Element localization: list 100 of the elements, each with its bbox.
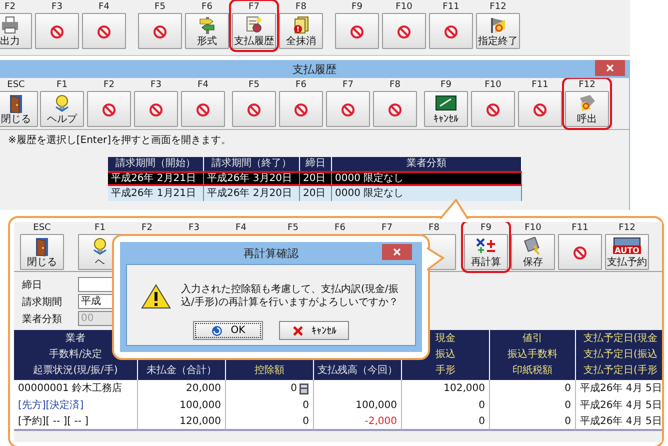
- table-cell[interactable]: 20日: [300, 186, 332, 201]
- toolbar-button[interactable]: [326, 91, 370, 127]
- prohibited-icon: [149, 102, 163, 116]
- prohibited-icon: [444, 24, 458, 38]
- function-key-label: F2: [104, 80, 114, 91]
- column-header: 業者分類: [332, 157, 522, 171]
- toolbar-button[interactable]: [138, 13, 182, 49]
- cell-text: 平成26年 4月 5日: [580, 398, 662, 413]
- function-key-label: F9: [440, 80, 452, 91]
- cell-text: 20,000: [186, 382, 221, 396]
- table-cell[interactable]: 20日: [300, 171, 332, 186]
- function-key-label: F4: [98, 2, 110, 13]
- flag-icon: [489, 16, 507, 34]
- prohibited-icon: [533, 102, 547, 116]
- header-text: 業者: [66, 332, 86, 346]
- close-icon: [606, 64, 614, 72]
- function-key-label: F12: [490, 2, 506, 13]
- cell-text: 00000001 鈴木工務店: [18, 382, 122, 396]
- toolbar-button[interactable]: [35, 13, 79, 49]
- header-text: 支払予定日(手形: [584, 364, 658, 378]
- header-text: 支払残高（今回）: [318, 364, 398, 378]
- function-key-label: F7: [248, 2, 260, 13]
- toolbar-button[interactable]: [335, 13, 379, 49]
- prohibited-icon: [341, 102, 355, 116]
- toolbar-button[interactable]: 全抹消: [279, 13, 323, 49]
- toolbar-button[interactable]: 保存: [511, 234, 555, 270]
- function-key-label: F7: [382, 223, 392, 234]
- table-cell[interactable]: 平成26年 2月20日: [204, 186, 300, 201]
- prohibited-icon: [50, 24, 64, 38]
- field-label: 締日: [22, 278, 43, 292]
- function-key-label: F3: [150, 80, 162, 91]
- function-key-label: F11: [442, 2, 460, 13]
- cell-text: 0: [478, 415, 485, 429]
- column-header: 締日: [300, 157, 332, 171]
- header-text: 振込: [436, 348, 456, 362]
- toolbar-button[interactable]: AUTO 支払予約: [605, 234, 649, 270]
- toolbar-button[interactable]: 呼出: [565, 91, 609, 127]
- toolbar-button[interactable]: [518, 91, 562, 127]
- cell-text: 120,000: [180, 415, 221, 429]
- cell-text: 100,000: [180, 399, 221, 413]
- header-text: 値引: [522, 332, 542, 346]
- dialog-button[interactable]: OK: [193, 321, 263, 340]
- toolbar-button[interactable]: [471, 91, 515, 127]
- cell-text: 100,000: [356, 399, 397, 413]
- table-cell[interactable]: 0000 限定なし: [332, 186, 522, 201]
- function-key-label: F10: [396, 2, 412, 13]
- close-button[interactable]: [382, 244, 412, 260]
- close-button[interactable]: [595, 60, 625, 76]
- column-header: 請求期間（終了）: [204, 157, 300, 171]
- toolbar-button[interactable]: ｷｬﾝｾﾙ: [424, 91, 468, 127]
- toolbar-button[interactable]: [382, 13, 426, 49]
- function-key-label: ESC: [7, 80, 25, 91]
- toolbar-button[interactable]: [429, 13, 473, 49]
- toolbar-button[interactable]: 支払履歴: [232, 13, 276, 49]
- toolbar-button[interactable]: 再計算: [464, 234, 508, 270]
- function-key-label: F8: [296, 2, 306, 13]
- toolbar-button[interactable]: [181, 91, 225, 127]
- cell-text: 0: [564, 399, 571, 413]
- cell-text: -2,000: [364, 415, 397, 429]
- instruction-text: ※履歴を選択し[Enter]を押すと画面を開きます。: [7, 134, 232, 148]
- board-icon: [435, 94, 457, 112]
- dialog-button[interactable]: ｷｬﾝｾﾙ: [279, 321, 349, 340]
- function-key-label: F3: [188, 223, 200, 234]
- toolbar-button[interactable]: 閉じる: [20, 234, 64, 270]
- toolbar-button[interactable]: ヘルプ: [40, 91, 84, 127]
- cell-text: 0: [564, 382, 571, 396]
- header-text: 控除額: [254, 364, 284, 378]
- toolbar-button[interactable]: [373, 91, 417, 127]
- toolbar-button[interactable]: 出力: [0, 13, 32, 49]
- cell-text: 平成26年 4月 5日: [580, 382, 662, 396]
- function-key-label: F7: [342, 80, 354, 91]
- function-key-label: F10: [524, 223, 542, 234]
- toolbar-button[interactable]: 形式: [185, 13, 229, 49]
- header-text: 支払予定日(振込: [584, 348, 658, 362]
- toolbar-button[interactable]: [134, 91, 178, 127]
- table-cell[interactable]: 平成26年 3月20日: [204, 171, 300, 186]
- table-cell[interactable]: 平成26年 1月21日: [108, 186, 204, 201]
- toolbar-button[interactable]: [82, 13, 126, 49]
- prohibited-icon: [294, 102, 308, 116]
- toolbar-button[interactable]: [558, 234, 602, 270]
- toolbar-button[interactable]: 閉じる: [0, 91, 38, 127]
- prohibited-icon: [573, 246, 587, 260]
- printer-icon: [1, 16, 19, 34]
- window-title: 支払履歴: [292, 62, 336, 76]
- function-key-label: F5: [248, 80, 260, 91]
- toolbar-button[interactable]: 指定終了: [476, 13, 520, 49]
- toolbar-button[interactable]: [279, 91, 323, 127]
- close-icon: [393, 248, 401, 256]
- function-key-label: F1: [56, 80, 68, 91]
- function-key-label: F8: [428, 223, 440, 234]
- cell-text: 0: [302, 399, 309, 413]
- header-text: 現金: [436, 332, 456, 346]
- cross-icon: [292, 324, 304, 336]
- function-key-label: F6: [202, 2, 212, 13]
- toolbar-button[interactable]: [87, 91, 131, 127]
- table-cell[interactable]: 平成26年 2月21日: [108, 171, 204, 186]
- toolbar-button[interactable]: [232, 91, 276, 127]
- function-key-label: F5: [154, 2, 166, 13]
- prohibited-icon: [196, 102, 210, 116]
- table-cell[interactable]: 0000 限定なし: [332, 171, 522, 186]
